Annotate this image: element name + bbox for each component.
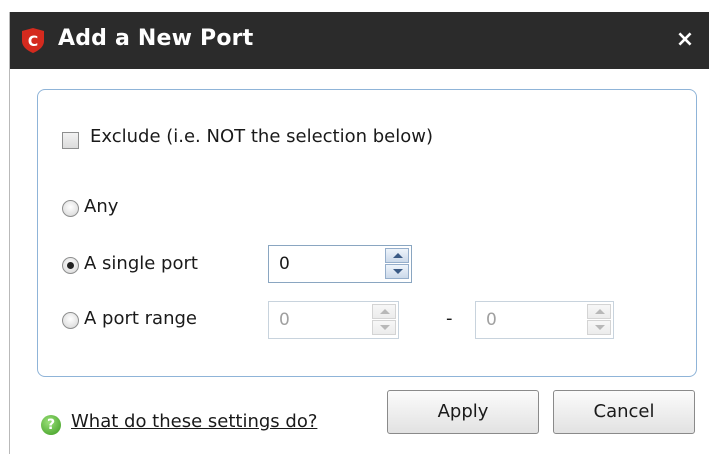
port-range-label: A port range bbox=[84, 308, 197, 329]
arrow-down-icon bbox=[595, 325, 605, 330]
range-from-up-button[interactable] bbox=[372, 304, 396, 319]
port-selection-group: Exclude (i.e. NOT the selection below) A… bbox=[37, 89, 697, 377]
range-separator: - bbox=[446, 308, 453, 329]
arrow-up-icon bbox=[393, 253, 403, 258]
range-to-spinner[interactable]: 0 bbox=[475, 301, 614, 339]
any-label: Any bbox=[84, 196, 119, 217]
app-logo-letter: C bbox=[28, 34, 38, 50]
spinner-arrows bbox=[385, 248, 409, 280]
any-radio[interactable] bbox=[62, 200, 79, 217]
question-icon[interactable]: ? bbox=[41, 415, 61, 435]
app-logo-icon: C bbox=[22, 28, 44, 53]
single-port-up-button[interactable] bbox=[385, 248, 409, 263]
single-port-radio[interactable] bbox=[62, 257, 79, 274]
port-range-radio[interactable] bbox=[62, 312, 79, 329]
spinner-arrows bbox=[372, 304, 396, 336]
add-port-dialog: C Add a New Port × Exclude (i.e. NOT the… bbox=[9, 12, 709, 454]
arrow-up-icon bbox=[595, 309, 605, 314]
radio-selected-dot bbox=[67, 262, 74, 269]
single-port-value: 0 bbox=[279, 254, 290, 274]
single-port-label: A single port bbox=[84, 253, 198, 274]
dialog-title: Add a New Port bbox=[58, 26, 254, 51]
help-link[interactable]: What do these settings do? bbox=[71, 411, 317, 432]
arrow-up-icon bbox=[380, 309, 390, 314]
range-to-down-button[interactable] bbox=[587, 320, 611, 335]
range-from-value: 0 bbox=[279, 310, 290, 330]
title-bar: C Add a New Port × bbox=[10, 12, 709, 69]
exclude-checkbox[interactable] bbox=[62, 132, 79, 149]
range-from-spinner[interactable]: 0 bbox=[268, 301, 399, 339]
range-from-down-button[interactable] bbox=[372, 320, 396, 335]
arrow-down-icon bbox=[380, 325, 390, 330]
spinner-arrows bbox=[587, 304, 611, 336]
single-port-spinner[interactable]: 0 bbox=[268, 245, 412, 283]
range-to-up-button[interactable] bbox=[587, 304, 611, 319]
exclude-label: Exclude (i.e. NOT the selection below) bbox=[90, 126, 433, 147]
single-port-down-button[interactable] bbox=[385, 264, 409, 279]
close-button[interactable]: × bbox=[670, 25, 700, 55]
apply-button[interactable]: Apply bbox=[387, 390, 539, 434]
range-to-value: 0 bbox=[486, 310, 497, 330]
arrow-down-icon bbox=[393, 269, 403, 274]
cancel-button[interactable]: Cancel bbox=[553, 390, 695, 434]
